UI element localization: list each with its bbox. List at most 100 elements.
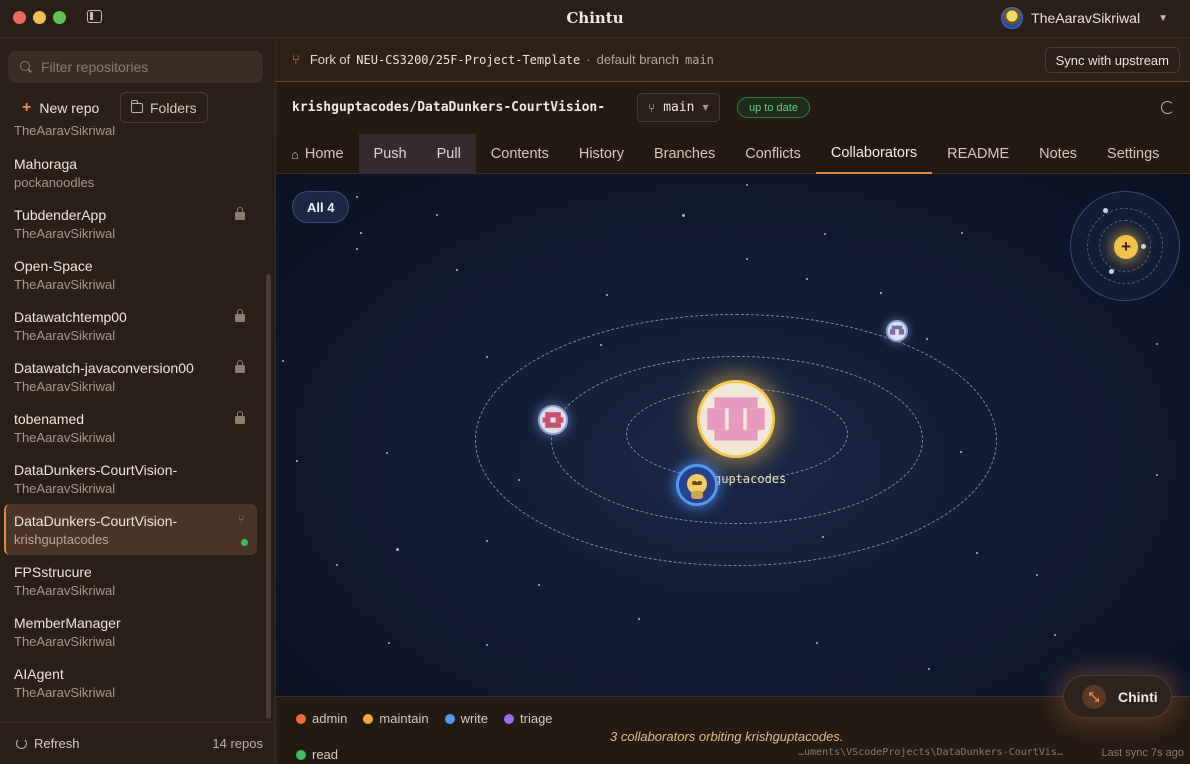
sidebar-scrollbar[interactable] xyxy=(266,274,271,719)
close-window-button[interactable] xyxy=(13,11,26,24)
repo-header: krishguptacodes/DataDunkers-CourtVision-… xyxy=(276,82,1190,134)
star xyxy=(746,258,748,260)
tab-settings[interactable]: Settings xyxy=(1092,134,1174,174)
legend-item-read: read xyxy=(296,747,338,762)
default-branch-name: main xyxy=(685,52,714,67)
star xyxy=(436,214,438,216)
repo-list: TheAaravSikriwal Mahoraga pockanoodles Tub… xyxy=(0,126,266,722)
repo-list-item[interactable]: FPSstrucure TheAaravSikriwal xyxy=(4,555,257,606)
branch-selector[interactable]: ⑂ main ▼ xyxy=(637,93,720,122)
tab-label: Home xyxy=(304,146,344,162)
repo-list-item[interactable]: AIAgent TheAaravSikriwal xyxy=(4,657,257,708)
filter-box[interactable] xyxy=(8,51,263,83)
tab-contents[interactable]: Contents xyxy=(476,134,564,174)
star xyxy=(486,540,488,542)
lock-icon xyxy=(235,411,245,424)
tab-readme[interactable]: README xyxy=(932,134,1024,174)
repo-list-item[interactable]: Open-Space TheAaravSikriwal xyxy=(4,249,257,300)
fork-banner: ⑂ Fork of NEU-CS3200/25F-Project-Templat… xyxy=(276,38,1190,82)
zoom-window-button[interactable] xyxy=(53,11,66,24)
minimap-dot xyxy=(1103,208,1108,213)
repo-list-item[interactable]: Datawatchtemp00 TheAaravSikriwal xyxy=(4,300,257,351)
collaborator-avatar xyxy=(679,467,715,503)
repo-list-item[interactable]: Mahoraga pockanoodles xyxy=(4,147,257,198)
star xyxy=(386,452,388,454)
star xyxy=(961,232,963,234)
repo-owner: TheAaravSikriwal xyxy=(14,481,116,496)
repo-list-item[interactable]: DataDunkers-CourtVision- TheAaravSikriwal xyxy=(4,453,257,504)
orbit-minimap[interactable]: + xyxy=(1070,191,1180,301)
repo-name: AIAgent xyxy=(14,666,64,682)
tab-conflicts[interactable]: Conflicts xyxy=(730,134,816,174)
star xyxy=(976,552,978,554)
star xyxy=(456,269,458,271)
user-name: TheAaravSikriwal xyxy=(1031,10,1141,26)
sync-status-badge: up to date xyxy=(737,97,810,118)
minimize-window-button[interactable] xyxy=(33,11,46,24)
tab-pull[interactable]: Pull xyxy=(421,134,476,174)
chinti-assistant-button[interactable]: ⤡ Chinti xyxy=(1063,675,1172,718)
collaborator-node[interactable] xyxy=(676,464,718,506)
tab-push[interactable]: Push xyxy=(358,134,422,174)
folders-button[interactable]: Folders xyxy=(120,92,208,123)
refresh-button[interactable]: Refresh xyxy=(16,736,80,751)
repo-count: 14 repos xyxy=(212,736,263,751)
repo-list-item[interactable]: MemberManager TheAaravSikriwal xyxy=(4,606,257,657)
repo-name: tobenamed xyxy=(14,411,85,427)
new-repo-button[interactable]: + New repo xyxy=(10,93,111,123)
status-bar-last-sync: Last sync 7s ago xyxy=(1101,747,1184,759)
tab-collaborators[interactable]: Collaborators xyxy=(815,134,933,174)
repo-list-item[interactable]: TubdenderApp TheAaravSikriwal xyxy=(4,198,257,249)
legend-item-admin: admin xyxy=(296,711,347,726)
owner-node[interactable] xyxy=(697,380,775,458)
star xyxy=(486,356,488,358)
repo-name: TubdenderApp xyxy=(14,207,107,223)
repo-owner: TheAaravSikriwal xyxy=(14,685,116,700)
sync-with-upstream-button[interactable]: Sync with upstream xyxy=(1044,47,1180,73)
legend-label-read: read xyxy=(312,747,339,762)
repo-owner: krishguptacodes xyxy=(14,532,109,547)
collaborators-orbit-canvas[interactable]: All 4 guptacodes + xyxy=(276,174,1190,696)
collaborator-node[interactable] xyxy=(886,320,908,342)
legend-dot-maintain xyxy=(363,713,374,724)
tab-branches[interactable]: Branches xyxy=(639,134,730,174)
tab-label: Branches xyxy=(653,146,716,162)
fork-icon: ⑂ xyxy=(238,514,245,526)
branch-icon: ⑂ xyxy=(648,100,656,115)
filter-repositories-input[interactable] xyxy=(41,59,251,75)
star xyxy=(518,479,520,481)
star xyxy=(746,184,748,186)
repo-list-item[interactable]: DataDunkers-CourtVision-krishguptacodes ⑂ xyxy=(4,504,257,555)
repo-list-item[interactable]: tobenamed TheAaravSikriwal xyxy=(4,402,257,453)
default-branch-label: default branch xyxy=(596,52,679,67)
collaborator-node[interactable] xyxy=(538,405,568,435)
new-repo-label: New repo xyxy=(39,100,100,116)
branch-name: main xyxy=(663,100,695,115)
star xyxy=(356,196,358,198)
tab-label: Settings xyxy=(1107,146,1160,162)
folder-icon xyxy=(130,99,143,113)
collaborator-identicon xyxy=(888,322,906,340)
filter-all-pill[interactable]: All 4 xyxy=(292,191,350,223)
sync-icon[interactable] xyxy=(1161,101,1174,114)
sidebar-toggle-icon[interactable] xyxy=(87,10,102,23)
repo-name: DataDunkers-CourtVision- xyxy=(14,513,178,529)
legend-label-write: write xyxy=(460,711,489,726)
lock-icon xyxy=(235,360,245,373)
star xyxy=(1054,634,1056,636)
tab-label: Collaborators xyxy=(830,145,918,161)
fork-icon: ⑂ xyxy=(292,52,300,67)
repo-list-item[interactable]: Datawatch-javaconversion00 TheAaravSikriw… xyxy=(4,351,257,402)
tab-home[interactable]: ⌂ Home xyxy=(276,134,359,174)
role-legend: admin maintain write triage xyxy=(296,711,553,726)
tab-label: Conflicts xyxy=(745,146,801,162)
repo-name: MemberManager xyxy=(14,615,121,631)
star xyxy=(880,292,882,294)
user-menu[interactable]: TheAaravSikriwal ▼ xyxy=(1001,6,1168,30)
tab-label: History xyxy=(578,146,624,162)
tab-notes[interactable]: Notes xyxy=(1024,134,1092,174)
zoom-in-plus-icon[interactable]: + xyxy=(1114,235,1138,259)
legend-label-admin: admin xyxy=(312,711,348,726)
tab-history[interactable]: History xyxy=(564,134,639,174)
tab-label: Notes xyxy=(1039,146,1078,162)
